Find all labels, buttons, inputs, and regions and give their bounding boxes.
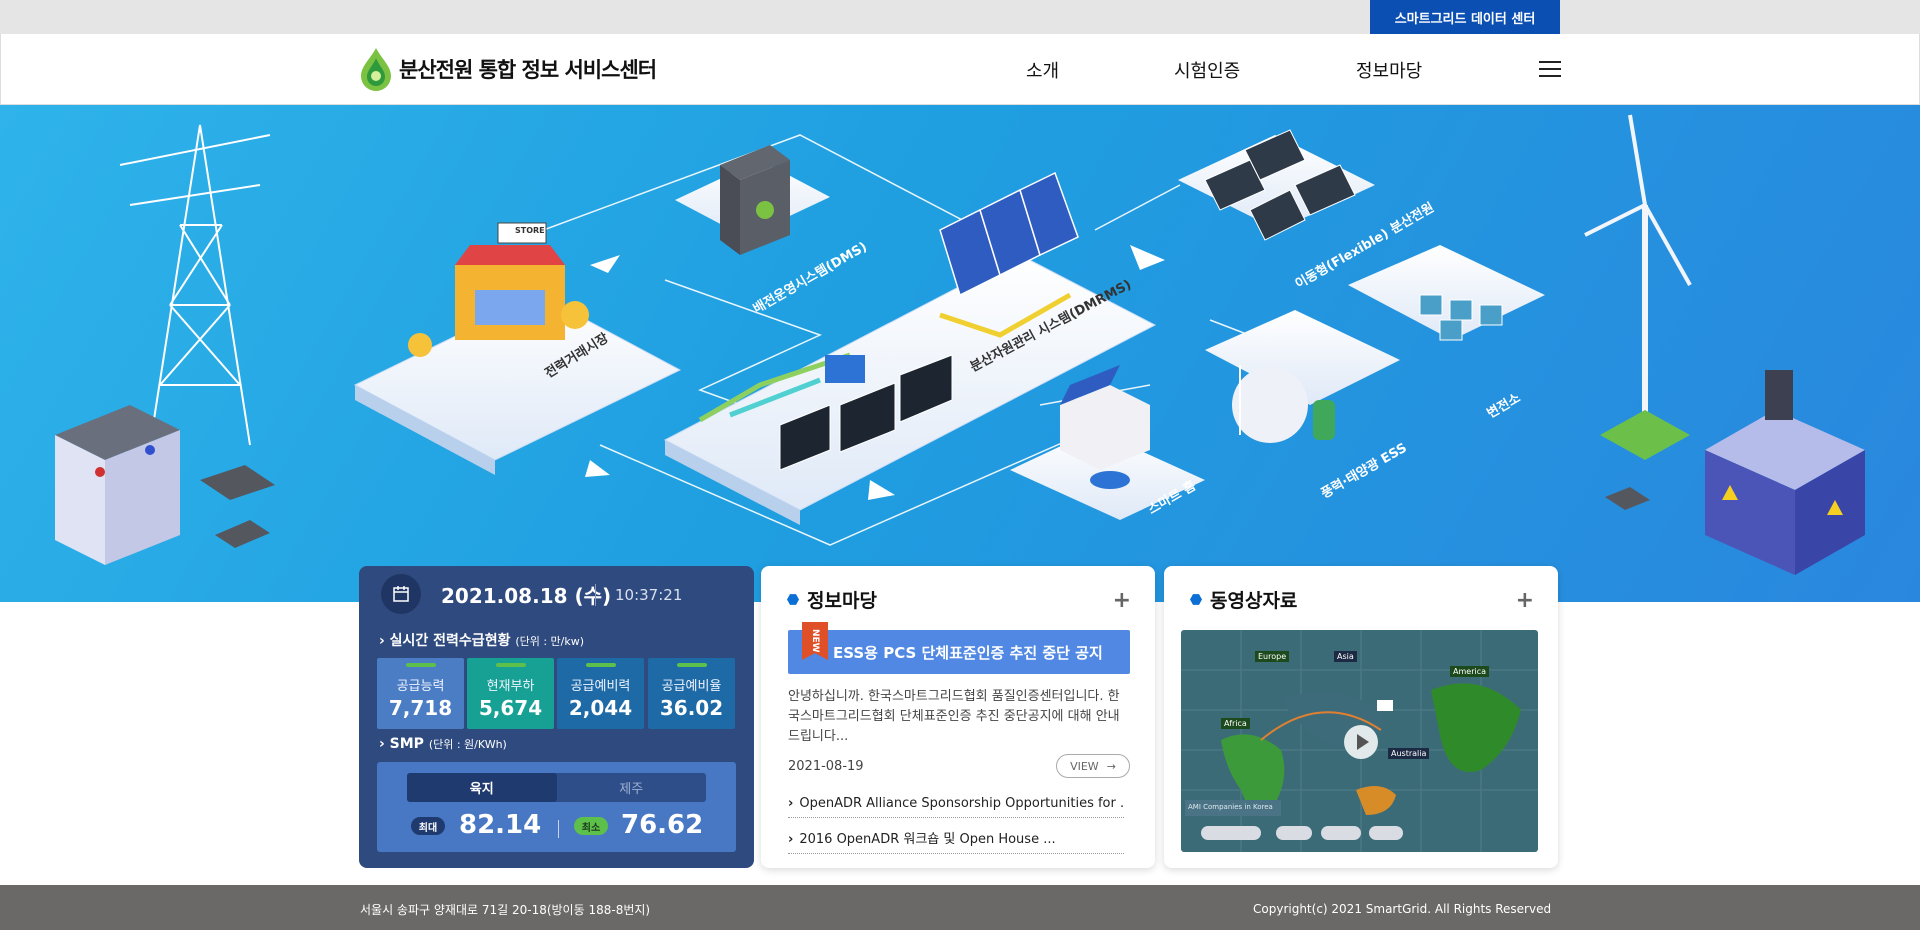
stat-supply-capacity: 공급능력 7,718 <box>377 658 464 729</box>
info-title: 정보마당 <box>787 586 877 613</box>
nav-intro[interactable]: 소개 <box>1026 34 1059 105</box>
arrow-right-icon: → <box>1106 759 1116 773</box>
info-more-plus-icon[interactable]: + <box>1113 588 1131 613</box>
smp-title: › SMP (단위 : 원/KWh) <box>379 736 507 752</box>
site-footer: 서울시 송파구 양재대로 71길 20-18(방이동 188-8번지) Copy… <box>0 885 1920 930</box>
news-item[interactable]: › OpenADR Alliance Sponsorship Opportunit… <box>788 796 1124 818</box>
divider <box>595 584 596 606</box>
video-thumbnail[interactable]: Europe Asia America Africa Australia AMI… <box>1181 630 1538 852</box>
site-header: 분산전원 통합 정보 서비스센터 소개 시험인증 정보마당 <box>0 34 1920 105</box>
tab-mainland[interactable]: 육지 <box>407 773 557 802</box>
nav-info[interactable]: 정보마당 <box>1356 34 1422 105</box>
max-badge: 최대 <box>411 817 445 835</box>
map-label-australia: Australia <box>1388 748 1430 759</box>
power-supply-panel: 2021.08.18 (수) 10:37:21 › 실시간 전력수급현황 (단위… <box>359 566 754 868</box>
stat-current-load: 현재부하 5,674 <box>467 658 554 729</box>
video-more-plus-icon[interactable]: + <box>1516 588 1534 613</box>
current-time: 10:37:21 <box>615 586 683 604</box>
leaf-drop-icon <box>361 48 391 91</box>
hexagon-icon <box>1190 594 1202 605</box>
nav-certification[interactable]: 시험인증 <box>1174 34 1240 105</box>
map-label-africa: Africa <box>1221 718 1250 729</box>
divider <box>558 820 559 838</box>
smart-grid-diagram <box>55 114 1865 575</box>
store-sign: STORE <box>515 226 545 235</box>
min-badge: 최소 <box>574 817 608 835</box>
map-label-asia: Asia <box>1334 651 1357 662</box>
notice-date: 2021-08-19 <box>788 759 864 774</box>
video-title: 동영상자료 <box>1190 586 1297 613</box>
new-badge: NEW <box>802 622 828 660</box>
hero-illustration: 전력거래시장 배전운영시스템(DMS) 분산자원관리 시스템(DMRMS) 이동… <box>0 105 1920 602</box>
info-panel: 정보마당 + NEW ESS용 PCS 단체표준인증 추진 중단 공지 안녕하십… <box>761 566 1155 868</box>
play-icon[interactable] <box>1344 725 1378 759</box>
stat-reserve-rate: 공급예비율 36.02 <box>648 658 735 729</box>
utility-bar: 스마트그리드 데이터 센터 <box>0 0 1920 34</box>
notice-title: ESS용 PCS 단체표준인증 추진 중단 공지 <box>833 644 1103 662</box>
footer-copyright: Copyright(c) 2021 SmartGrid. All Rights … <box>1253 902 1552 916</box>
data-center-button[interactable]: 스마트그리드 데이터 센터 <box>1370 0 1560 34</box>
smp-min-value: 76.62 <box>621 810 704 840</box>
logo-title: 분산전원 통합 정보 서비스센터 <box>399 58 657 82</box>
hexagon-icon <box>787 594 799 605</box>
notice-banner[interactable]: NEW ESS용 PCS 단체표준인증 추진 중단 공지 <box>788 622 1130 674</box>
site-logo[interactable]: 분산전원 통합 정보 서비스센터 <box>359 46 657 92</box>
realtime-title: › 실시간 전력수급현황 (단위 : 만/kw) <box>379 633 585 649</box>
footer-address: 서울시 송파구 양재대로 71길 20-18(방이동 188-8번지) <box>360 903 651 917</box>
current-date: 2021.08.18 (수) <box>441 584 612 608</box>
hamburger-menu-icon[interactable] <box>1539 61 1561 79</box>
map-label-america: America <box>1450 666 1489 677</box>
smp-max-value: 82.14 <box>459 810 542 840</box>
smp-tabs: 육지 제주 <box>407 773 706 802</box>
news-item[interactable]: › 2016 OpenADR 워크숍 및 Open House ... <box>788 828 1124 854</box>
map-label-europe: Europe <box>1255 651 1290 662</box>
video-panel: 동영상자료 + Europe Asia America Africa Austr… <box>1164 566 1558 868</box>
stat-reserve-power: 공급예비력 2,044 <box>557 658 644 729</box>
map-caption: AMI Companies in Korea <box>1188 803 1273 811</box>
calendar-icon <box>381 574 421 614</box>
smp-box: 육지 제주 최대 82.14 최소 76.62 <box>377 762 736 852</box>
view-button[interactable]: VIEW → <box>1056 754 1130 778</box>
notice-body: 안녕하십니까. 한국스마트그리드협회 품질인증센터입니다. 한국스마트그리드협회… <box>788 689 1120 744</box>
tab-jeju[interactable]: 제주 <box>557 773 707 802</box>
